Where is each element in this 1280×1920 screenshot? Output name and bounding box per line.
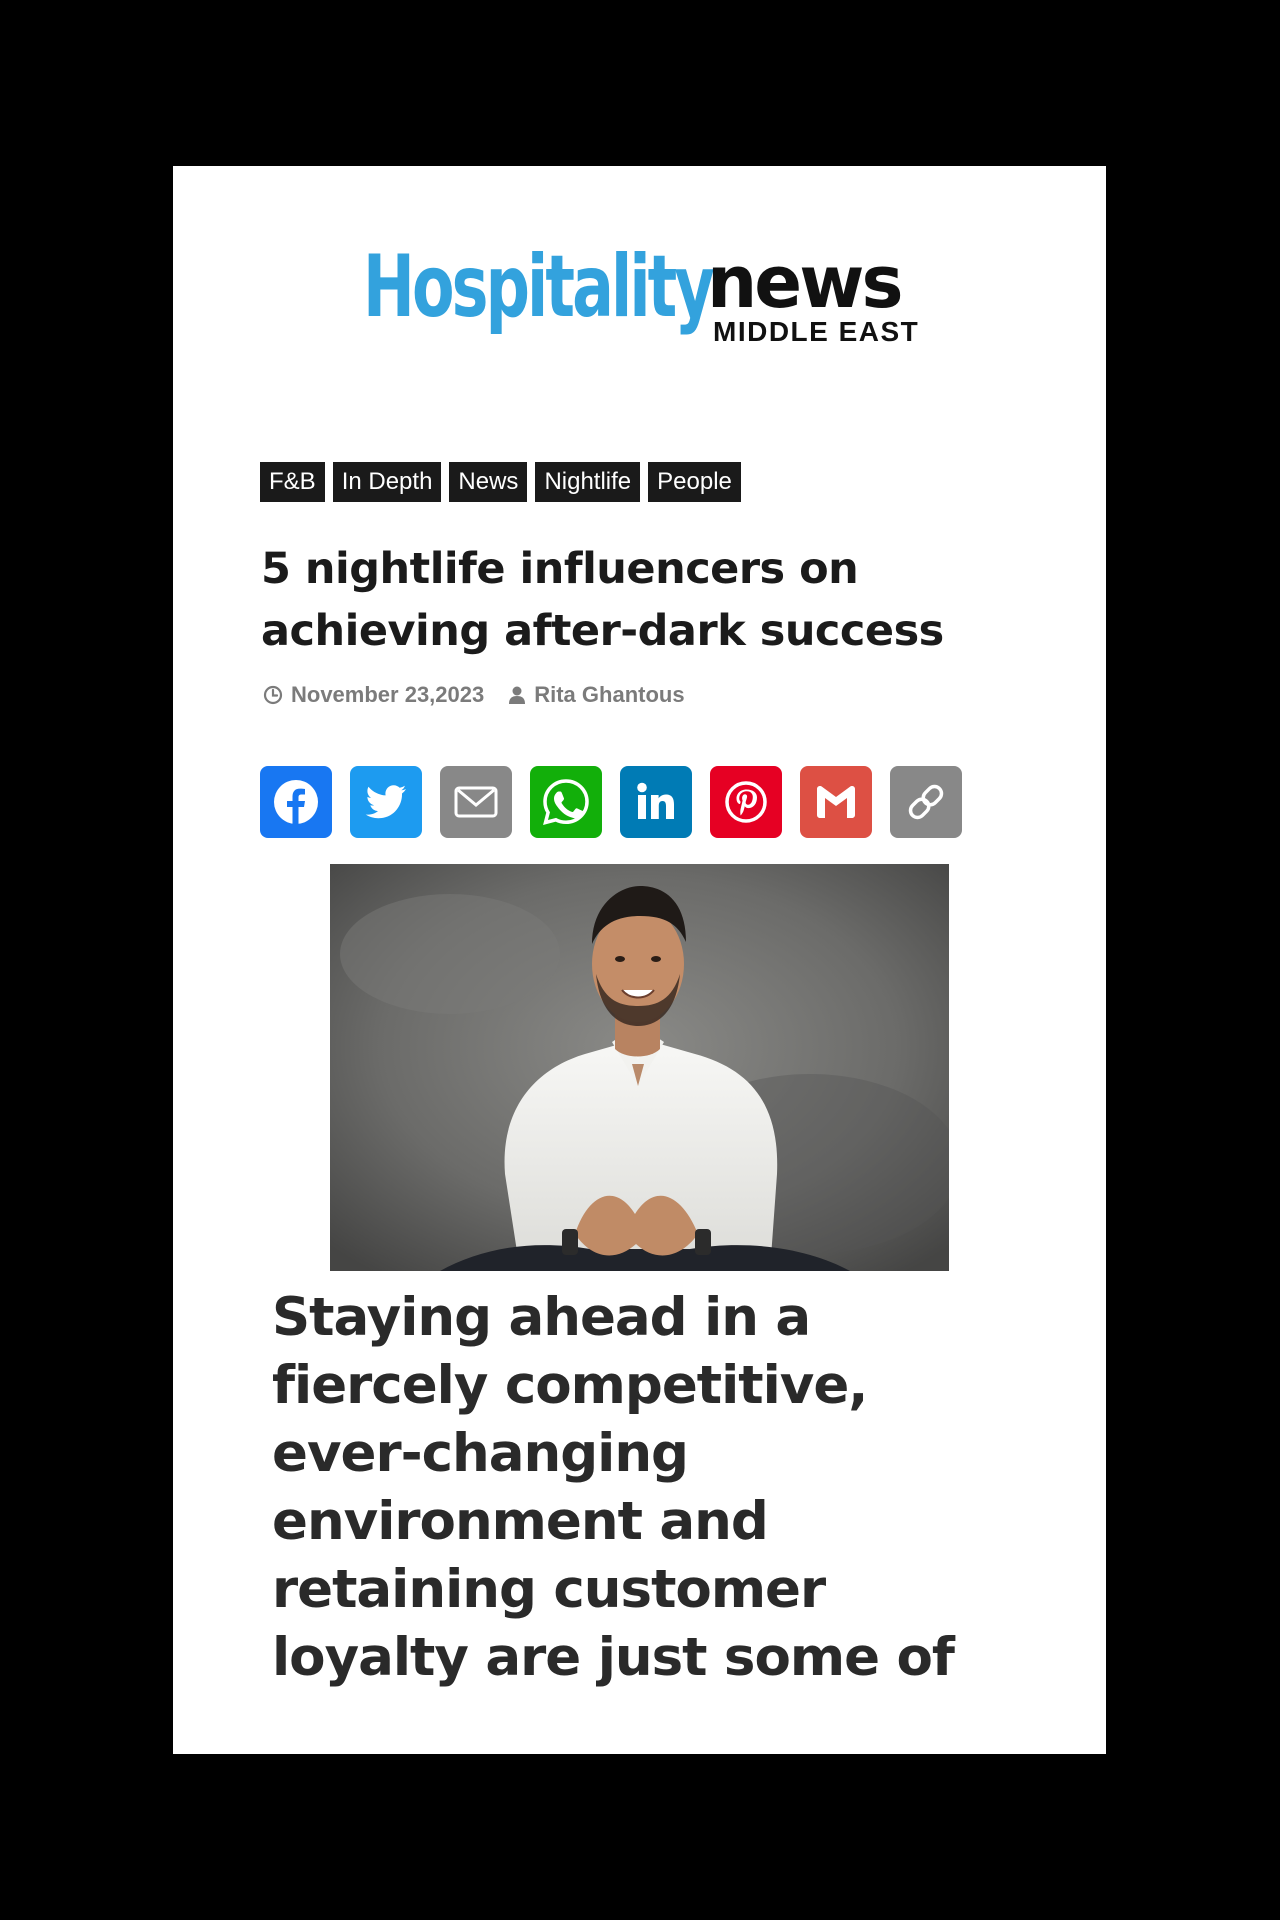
site-logo[interactable]: Hospitality news MIDDLE EAST [363, 244, 923, 364]
share-email-button[interactable] [440, 766, 512, 838]
logo-hospitality: Hospitality [363, 237, 715, 337]
logo-news: news [707, 240, 903, 324]
linkedin-icon [637, 782, 674, 819]
tag-people[interactable]: People [648, 462, 741, 502]
email-icon [454, 786, 498, 818]
article-lead: Staying ahead in a fiercely competitive,… [272, 1287, 955, 1688]
article-photo [330, 864, 949, 1271]
user-icon [508, 685, 526, 705]
share-copy-link-button[interactable] [890, 766, 962, 838]
article-headline: 5 nightlife influencers on achieving aft… [261, 544, 944, 656]
article-card: Hospitality news MIDDLE EAST F&B In Dept… [173, 166, 1106, 1754]
tag-nightlife[interactable]: Nightlife [535, 462, 641, 502]
twitter-icon [365, 785, 406, 819]
whatsapp-icon [543, 779, 589, 825]
tag-fb[interactable]: F&B [260, 462, 325, 502]
pinterest-icon [725, 781, 767, 823]
gmail-icon [817, 786, 855, 818]
share-facebook-button[interactable] [260, 766, 332, 838]
article-author-name: Rita Ghantous [534, 682, 685, 707]
logo-region: MIDDLE EAST [713, 316, 920, 347]
share-gmail-button[interactable] [800, 766, 872, 838]
share-whatsapp-button[interactable] [530, 766, 602, 838]
article-date-text: November 23,2023 [291, 682, 485, 707]
article-author[interactable]: Rita Ghantous [508, 682, 685, 708]
article-meta: November 23,2023 Rita Ghantous [263, 682, 709, 708]
category-tags: F&B In Depth News Nightlife People [260, 462, 741, 502]
facebook-icon [274, 780, 318, 824]
share-pinterest-button[interactable] [710, 766, 782, 838]
tag-news[interactable]: News [449, 462, 528, 502]
tag-in-depth[interactable]: In Depth [332, 462, 442, 502]
clock-icon [263, 685, 283, 705]
share-linkedin-button[interactable] [620, 766, 692, 838]
share-bar [260, 766, 962, 838]
share-twitter-button[interactable] [350, 766, 422, 838]
link-icon [908, 784, 944, 820]
article-date: November 23,2023 [263, 682, 484, 708]
